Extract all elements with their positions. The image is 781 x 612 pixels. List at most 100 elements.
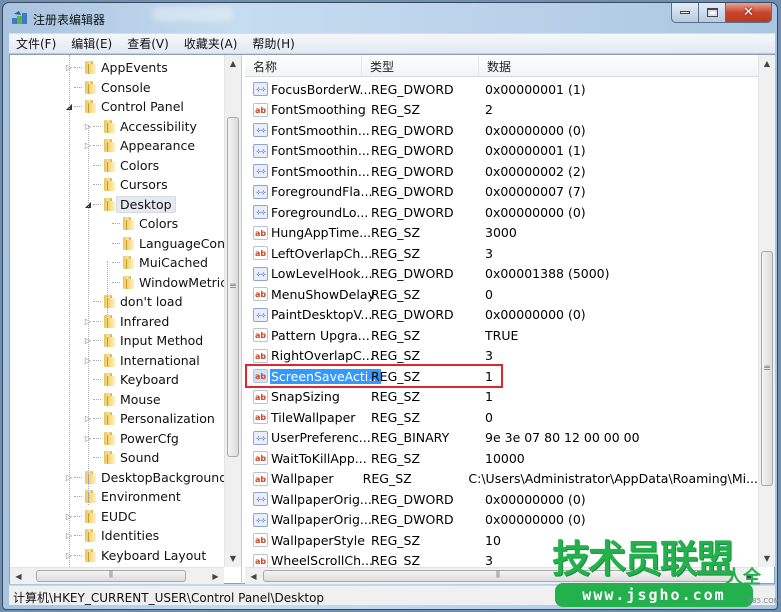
column-header-name[interactable]: 名称 [245, 55, 362, 77]
tree-item[interactable]: Mouse [83, 390, 161, 410]
tree-item[interactable]: Sound [83, 448, 159, 468]
value-row[interactable]: ab ScreenSaveActi... REG_SZ 1 [245, 364, 758, 388]
tree-item-label: Accessibility [120, 118, 197, 134]
tree-item[interactable]: ◢ Control Panel [64, 97, 184, 117]
tree-item-label: Colors [139, 216, 179, 232]
column-header-data[interactable]: 数据 [479, 55, 758, 77]
value-row[interactable]: ⁘⁘ LowLevelHook... REG_DWORD 0x00001388 (50… [245, 264, 758, 285]
tree-connector-line [93, 301, 101, 303]
value-data: 0x00000007 (7) [485, 184, 586, 200]
tree-vertical-scrollbar[interactable]: ▲ ≡ ▼ [224, 55, 241, 567]
value-row[interactable]: ab Pattern Upgra... REG_SZ TRUE [245, 325, 758, 346]
tree-item[interactable]: Keyboard [83, 370, 179, 390]
value-name-cell: ⁘⁘ ForegroundLo... [245, 205, 368, 220]
value-type: REG_SZ [371, 532, 421, 548]
value-name: WaitToKillApp... [271, 450, 367, 466]
tree-item[interactable]: Environment [64, 487, 181, 507]
tree-item[interactable]: ▷ EUDC [64, 507, 136, 527]
value-row[interactable]: ⁘⁘ UserPreferenc... REG_BINARY 9e 3e 07 80 … [245, 428, 758, 449]
value-row[interactable]: ⁘⁘ FontSmoothin... REG_DWORD 0x00000001 (1) [245, 141, 758, 162]
tree-item[interactable]: ▷ Appearance [83, 136, 195, 156]
column-header-type[interactable]: 类型 [362, 55, 479, 77]
tree-horizontal-scrollbar[interactable]: ◀ ⦀ ▶ [10, 567, 224, 584]
tree-item[interactable]: Colors [102, 214, 178, 234]
value-row[interactable]: ab HungAppTime... REG_SZ 3000 [245, 223, 758, 244]
maximize-button[interactable] [699, 3, 726, 23]
value-name: FocusBorderW... [271, 81, 372, 97]
folder-icon [102, 119, 116, 133]
value-name-cell: ab HungAppTime... [245, 225, 371, 240]
value-row[interactable]: ab RightOverlapC... REG_SZ 3 [245, 346, 758, 367]
tree-item[interactable]: ▷ Accessibility [83, 117, 197, 137]
tree-connector-line [93, 184, 101, 186]
value-row[interactable]: ⁘⁘ ForegroundFla... REG_DWORD 0x00000007 (7… [245, 182, 758, 203]
value-name: UserPreferenc... [271, 430, 371, 446]
value-row[interactable]: ⁘⁘ WallpaperOrig... REG_DWORD 0x00000000 (0… [245, 489, 758, 510]
scroll-thumb[interactable]: ⦀ [36, 570, 186, 582]
value-row[interactable]: ab TileWallpaper REG_SZ 0 [245, 407, 758, 428]
menu-favorites[interactable]: 收藏夹(A) [177, 35, 246, 52]
tree-item[interactable]: ▷ Personalization [83, 409, 215, 429]
scroll-down-arrow[interactable]: ▼ [225, 550, 241, 567]
tree-item[interactable]: Colors [83, 156, 159, 176]
value-row[interactable]: ab Wallpaper REG_SZ C:\Users\Administrator\… [245, 469, 758, 490]
menu-file[interactable]: 文件(F) [9, 35, 64, 52]
tree-item[interactable]: ◢ Desktop [83, 195, 176, 215]
tree-connector-line [93, 203, 101, 205]
grip-icon: ⦀ [109, 570, 113, 581]
grip-icon: ⦀ [496, 570, 500, 581]
tree-item[interactable]: WindowMetrics [102, 273, 224, 293]
value-row[interactable]: ab SnapSizing REG_SZ 1 [245, 387, 758, 408]
value-row[interactable]: ab FontSmoothing REG_SZ 2 [245, 100, 758, 121]
tree-item[interactable]: ▷ AppEvents [64, 58, 168, 78]
scroll-thumb[interactable]: ≡ [227, 117, 239, 457]
scroll-left-arrow[interactable]: ◀ [10, 568, 27, 584]
tree-item[interactable]: MuiCached [102, 253, 208, 273]
value-data: 0x00000000 (0) [485, 122, 586, 138]
value-row[interactable]: ⁘⁘ WallpaperOrig... REG_DWORD 0x00000000 (0… [245, 510, 758, 531]
value-row[interactable]: ab WaitToKillApp... REG_SZ 10000 [245, 448, 758, 469]
title-bar[interactable]: 注册表编辑器 ✕ [3, 3, 777, 33]
tree-item-label: Keyboard [120, 372, 179, 388]
regedit-app-icon [12, 11, 27, 24]
value-row[interactable]: ab LeftOverlapCh... REG_SZ 3 [245, 243, 758, 264]
scroll-thumb[interactable]: ≡ [761, 251, 773, 486]
value-row[interactable]: ab MenuShowDelay REG_SZ 0 [245, 284, 758, 305]
tree-item[interactable]: Console [64, 78, 151, 98]
tree-item[interactable]: ▷ Infrared [83, 312, 169, 332]
value-row[interactable]: ⁘⁘ ForegroundLo... REG_DWORD 0x00000000 (0) [245, 202, 758, 223]
scroll-down-arrow[interactable]: ▼ [759, 550, 775, 567]
value-row[interactable]: ⁘⁘ FontSmoothin... REG_DWORD 0x00000002 (2) [245, 161, 758, 182]
menu-help[interactable]: 帮助(H) [245, 35, 302, 52]
value-row[interactable]: ⁘⁘ FocusBorderW... REG_DWORD 0x00000001 (1) [245, 79, 758, 100]
folder-icon [83, 100, 97, 114]
minimize-button[interactable] [671, 3, 699, 23]
value-name-cell: ab SnapSizing [245, 389, 368, 404]
folder-icon [102, 295, 116, 309]
scroll-right-arrow[interactable]: ▶ [207, 568, 224, 584]
value-name-cell: ab WaitToKillApp... [245, 451, 368, 466]
close-button[interactable]: ✕ [726, 3, 772, 23]
tree-item[interactable]: don't load [83, 292, 183, 312]
value-row[interactable]: ⁘⁘ PaintDesktopV... REG_DWORD 0x00000000 (0… [245, 305, 758, 326]
menu-view[interactable]: 查看(V) [120, 35, 177, 52]
scroll-up-arrow[interactable]: ▲ [759, 55, 775, 72]
scroll-left-arrow[interactable]: ◀ [245, 568, 262, 584]
tree-item[interactable]: ▷ Keyboard Layout [64, 546, 206, 566]
values-vertical-scrollbar[interactable]: ▲ ≡ ▼ [758, 55, 775, 567]
value-name-cell: ab FontSmoothing [245, 102, 368, 117]
background-blur [153, 7, 233, 21]
tree-item[interactable]: LanguageConfig [102, 234, 224, 254]
tree-item[interactable]: Cursors [83, 175, 168, 195]
scroll-up-arrow[interactable]: ▲ [225, 55, 241, 72]
string-value-icon: ab [253, 369, 268, 384]
tree-item[interactable]: ▷ PowerCfg [83, 429, 179, 449]
tree-connector-line [93, 320, 101, 322]
value-type: REG_DWORD [371, 163, 454, 179]
tree-item[interactable]: ▷ Identities [64, 526, 159, 546]
menu-edit[interactable]: 编辑(E) [64, 35, 120, 52]
value-row[interactable]: ⁘⁘ FontSmoothin... REG_DWORD 0x00000000 (0) [245, 120, 758, 141]
tree-item[interactable]: ▷ Input Method [83, 331, 203, 351]
tree-item[interactable]: ▷ International [83, 351, 200, 371]
value-type: REG_DWORD [371, 204, 454, 220]
